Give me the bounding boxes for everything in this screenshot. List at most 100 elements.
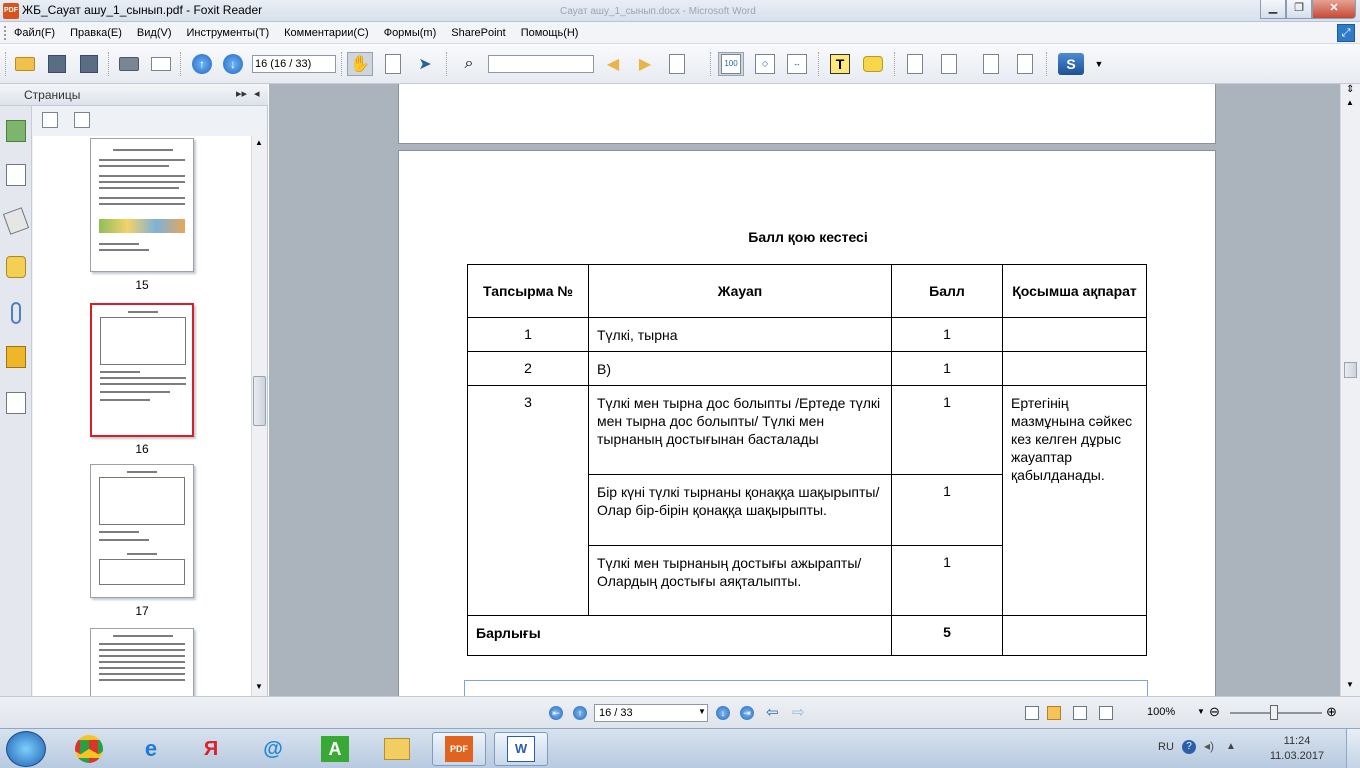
find-previous-button[interactable]: ◀ <box>600 52 626 76</box>
scroll-down-icon[interactable]: ▼ <box>1346 680 1354 689</box>
back-arrow-icon[interactable]: ⇦ <box>766 703 779 721</box>
menu-help[interactable]: Помощь(H) <box>521 27 579 39</box>
menu-view[interactable]: Вид(V) <box>137 27 172 39</box>
taskbar-chrome[interactable] <box>62 732 116 766</box>
search-button[interactable]: ⌕ <box>456 52 482 76</box>
scroll-up-icon[interactable]: ▲ <box>255 138 263 147</box>
reduce-thumbnail-icon[interactable] <box>74 112 90 128</box>
scroll-up-icon[interactable]: ▲ <box>1346 98 1354 107</box>
document-view[interactable]: Балл қою кестесі Тапсырма № Жауап Балл Қ… <box>269 84 1340 696</box>
create-pdf-button[interactable] <box>902 52 928 76</box>
pdf-scan-button[interactable] <box>978 52 1004 76</box>
select-tool-button[interactable]: ➤ <box>412 52 438 76</box>
attachments-icon[interactable] <box>11 302 21 324</box>
panel-collapse-icon[interactable]: ◂ <box>254 87 260 100</box>
system-clock[interactable]: 11:24 11.03.2017 <box>1268 734 1326 764</box>
comments-icon[interactable] <box>6 256 26 278</box>
fit-width-button[interactable]: ↔ <box>784 52 810 76</box>
close-icon[interactable]: ✕ <box>1312 0 1356 19</box>
note-button[interactable] <box>860 52 886 76</box>
signature-icon[interactable] <box>6 392 26 414</box>
thumbnail-page-15[interactable] <box>90 138 194 272</box>
taskbar-explorer[interactable] <box>370 732 424 766</box>
restore-icon[interactable]: ❐ <box>1286 0 1312 19</box>
zoom-in-icon[interactable]: ⊕ <box>1326 704 1337 720</box>
thumbnail-table <box>99 477 185 525</box>
security-lock-icon[interactable] <box>6 346 26 368</box>
tray-expand-icon[interactable]: ▲ <box>1226 741 1236 752</box>
menu-comments[interactable]: Комментарии(C) <box>284 27 369 39</box>
actual-size-button[interactable]: 100 <box>718 52 744 76</box>
taskbar-yandex[interactable]: Я <box>184 732 238 766</box>
layers-icon[interactable] <box>2 207 30 235</box>
bookmarks-icon[interactable] <box>6 120 26 142</box>
menu-sharepoint[interactable]: SharePoint <box>451 27 505 39</box>
continuous-facing-view-icon[interactable] <box>1099 706 1113 720</box>
zoom-slider[interactable] <box>1230 705 1322 720</box>
save-as-button[interactable] <box>76 52 102 76</box>
email-button[interactable] <box>148 52 174 76</box>
open-button[interactable] <box>12 52 38 76</box>
volume-icon[interactable]: ◂) <box>1204 739 1214 753</box>
scroll-down-icon[interactable]: ▼ <box>255 682 263 691</box>
find-options-button[interactable] <box>664 52 690 76</box>
split-handle-icon[interactable]: ⇕ <box>1346 84 1354 95</box>
page-navigation-input[interactable]: 16 / 33 <box>594 704 708 722</box>
hand-tool-button[interactable]: ✋ <box>347 52 373 76</box>
zoom-out-icon[interactable]: ⊖ <box>1209 704 1220 720</box>
zoom-level[interactable]: 100% <box>1147 706 1175 718</box>
taskbar-foxit[interactable]: PDF <box>432 732 486 766</box>
scrollbar-thumb[interactable] <box>253 376 266 426</box>
find-input[interactable] <box>488 55 594 73</box>
panel-expand-icon[interactable]: ▸▸ <box>236 87 247 100</box>
fit-page-button[interactable]: ◇ <box>752 52 778 76</box>
fullscreen-icon[interactable]: ⤢ <box>1337 24 1355 42</box>
next-page-icon[interactable]: ↓ <box>716 706 730 720</box>
show-desktop-button[interactable] <box>1346 729 1360 768</box>
start-button[interactable] <box>6 731 46 767</box>
last-page-icon[interactable]: ⇥ <box>740 706 754 720</box>
pdf-from-file-button[interactable] <box>936 52 962 76</box>
taskbar-word[interactable]: W <box>494 732 548 766</box>
first-page-icon[interactable]: ⇤ <box>549 706 563 720</box>
next-page-button[interactable]: ↓ <box>220 52 246 76</box>
print-button[interactable] <box>116 52 142 76</box>
document-scrollbar[interactable]: ⇕ ▲ ▼ <box>1340 84 1360 696</box>
find-next-button[interactable]: ▶ <box>632 52 658 76</box>
taskbar-mail[interactable]: @ <box>246 732 300 766</box>
zoom-slider-knob[interactable] <box>1270 705 1278 720</box>
pages-icon[interactable] <box>6 164 26 186</box>
select-text-button[interactable] <box>380 52 406 76</box>
menu-edit[interactable]: Правка(E) <box>70 27 122 39</box>
pdf-combine-button[interactable] <box>1012 52 1038 76</box>
thumbnail-page-16[interactable] <box>90 303 194 437</box>
menu-forms[interactable]: Формы(m) <box>384 27 437 39</box>
thumbnail-page-18[interactable] <box>90 628 194 696</box>
prev-page-button[interactable]: ↑ <box>189 52 215 76</box>
forward-arrow-icon[interactable]: ⇨ <box>792 703 805 721</box>
enlarge-thumbnail-icon[interactable] <box>42 112 58 128</box>
facing-view-icon[interactable] <box>1073 706 1087 720</box>
foxit-app-icon[interactable]: PDF <box>3 3 19 19</box>
minimize-icon[interactable]: ▁ <box>1260 0 1286 19</box>
scrollbar-thumb[interactable] <box>1344 362 1357 378</box>
typewriter-button[interactable]: T <box>827 52 853 76</box>
page-dropdown-icon[interactable]: ▼ <box>698 707 706 716</box>
menu-tools[interactable]: Инструменты(T) <box>187 27 270 39</box>
continuous-view-icon[interactable] <box>1047 706 1061 720</box>
thumbnail-page-17[interactable] <box>90 464 194 598</box>
page-number-input[interactable]: 16 (16 / 33) <box>252 55 336 73</box>
taskbar-app-a[interactable]: A <box>308 732 362 766</box>
folder-icon <box>15 57 35 71</box>
zoom-dropdown-icon[interactable]: ▼ <box>1197 707 1205 716</box>
previous-page-icon[interactable]: ↑ <box>573 706 587 720</box>
thumbnail-scrollbar[interactable]: ▲ ▼ <box>251 136 267 696</box>
language-indicator[interactable]: RU <box>1158 741 1174 753</box>
sharepoint-dropdown[interactable]: ▼ <box>1086 52 1112 76</box>
single-page-view-icon[interactable] <box>1025 706 1039 720</box>
taskbar-ie[interactable]: e <box>124 732 178 766</box>
menu-file[interactable]: Файл(F) <box>14 27 55 39</box>
sharepoint-button[interactable]: S <box>1058 52 1084 76</box>
help-icon[interactable]: ? <box>1182 740 1196 754</box>
save-button[interactable] <box>44 52 70 76</box>
